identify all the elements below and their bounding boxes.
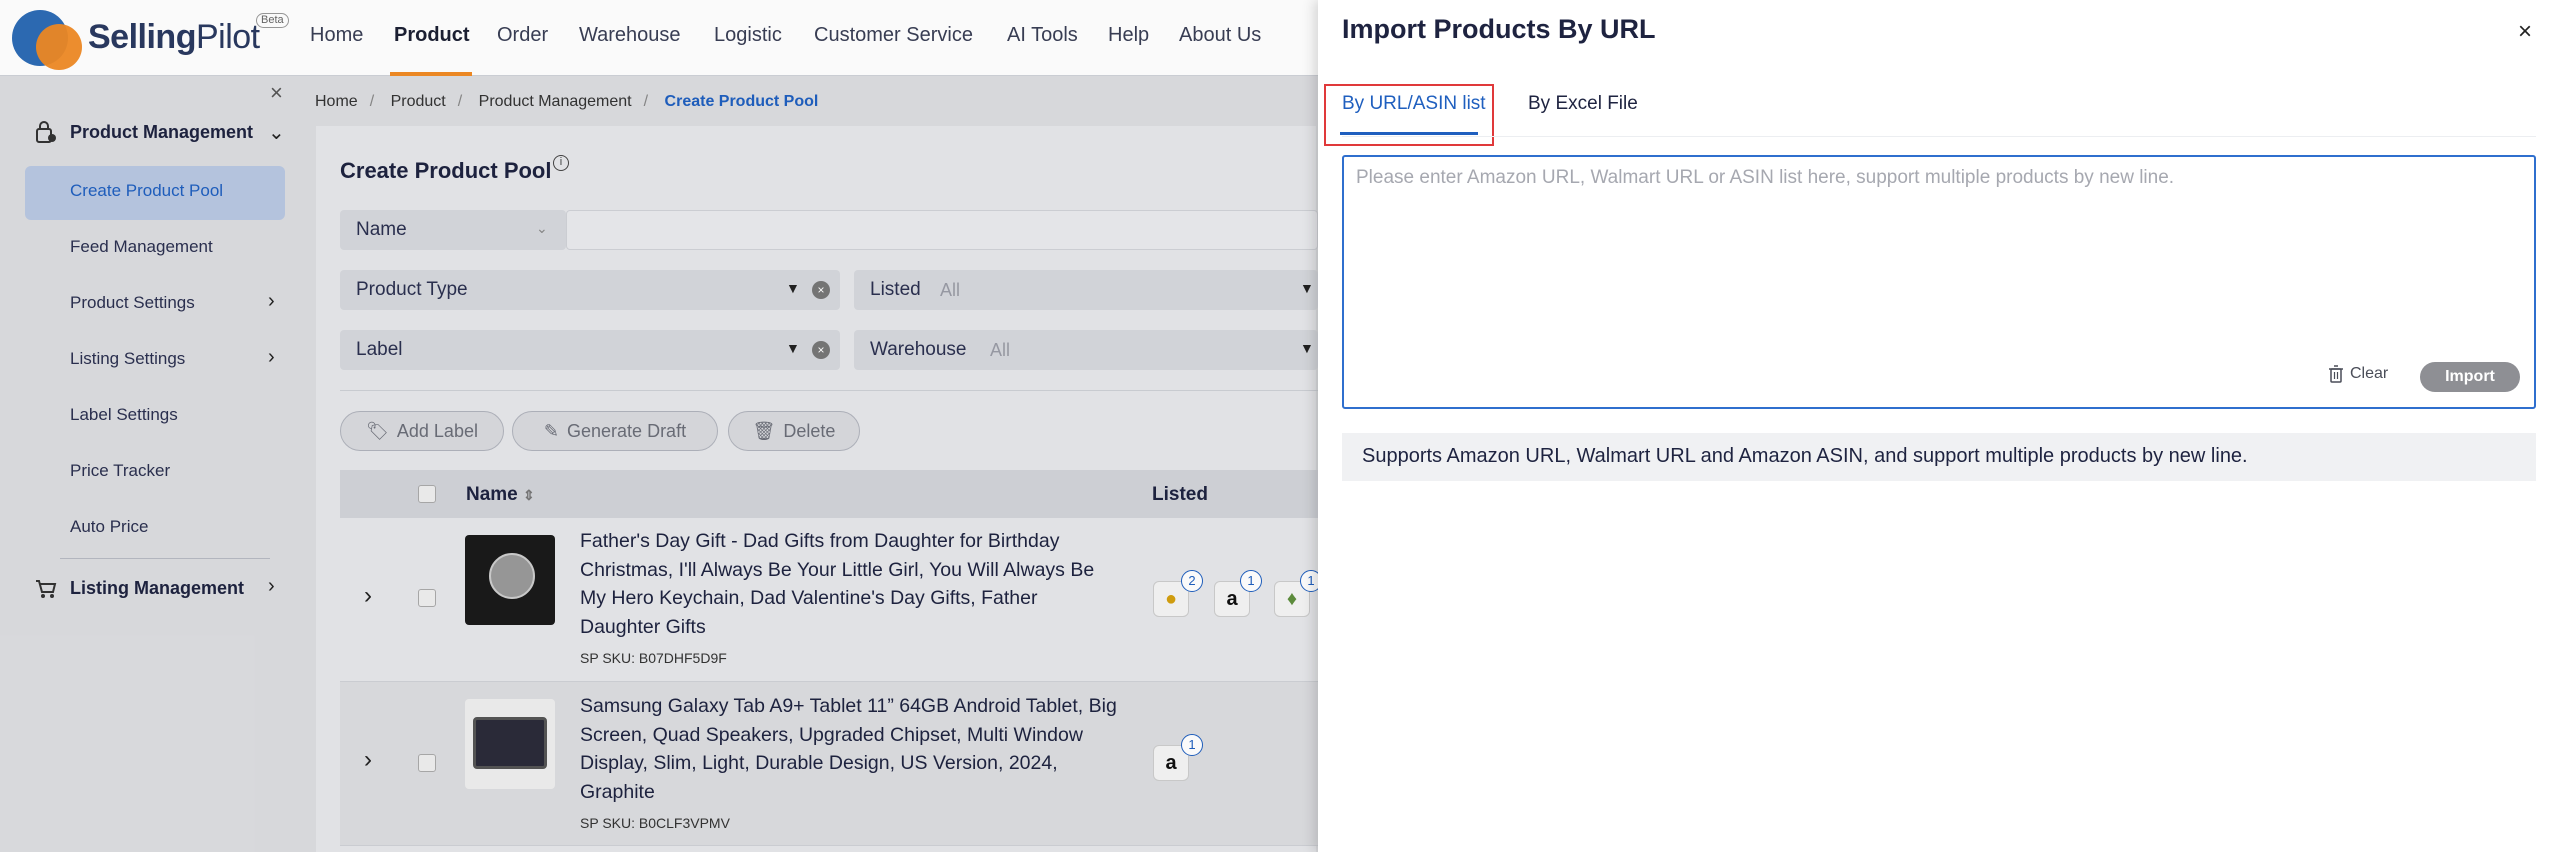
import-button[interactable]: Import [2420, 362, 2520, 392]
tabs-divider [1342, 136, 2536, 137]
close-icon[interactable]: × [2518, 18, 2532, 46]
drawer-overlay[interactable] [0, 0, 1318, 852]
tab-url-asin-list[interactable]: By URL/ASIN list [1342, 93, 1486, 115]
active-tab-indicator [1340, 132, 1478, 135]
tab-excel-file[interactable]: By Excel File [1528, 93, 1638, 115]
trash-icon [2329, 365, 2343, 383]
clear-button[interactable]: Clear [2328, 365, 2388, 383]
import-drawer [1318, 0, 2560, 852]
drawer-title: Import Products By URL [1342, 14, 1656, 44]
import-tip: Supports Amazon URL, Walmart URL and Ama… [1342, 433, 2536, 481]
